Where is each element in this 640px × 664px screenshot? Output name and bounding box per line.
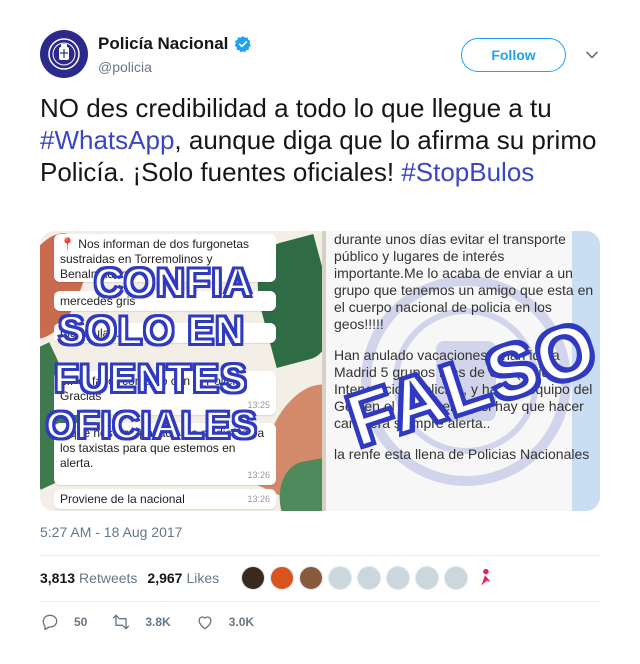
tweet-header: Policía Nacional @policia Follow: [40, 30, 600, 82]
tweet-text: NO des credibilidad a todo lo que llegue…: [40, 92, 610, 188]
avatar[interactable]: [386, 566, 410, 590]
avatar[interactable]: [328, 566, 352, 590]
avatar[interactable]: [241, 566, 265, 590]
likes-count[interactable]: 2,967: [147, 570, 182, 586]
reply-count: 50: [74, 615, 88, 629]
retweet-button[interactable]: 3.8K: [111, 612, 171, 632]
media-panel-message: durante unos días evitar el transporte p…: [322, 231, 600, 511]
liker-avatars: [241, 566, 497, 590]
display-name-text[interactable]: Policía Nacional: [98, 34, 228, 54]
hashtag-link[interactable]: #WhatsApp: [40, 125, 174, 155]
avatar[interactable]: [357, 566, 381, 590]
chat-message-time: 13:26: [247, 470, 270, 480]
account-handle[interactable]: @policia: [98, 59, 252, 75]
account-info: Policía Nacional @policia: [98, 34, 252, 75]
overlay-text: FUENTES: [53, 356, 248, 402]
overlay-text: SOLO EN: [57, 308, 246, 354]
chat-message-time: 13:26: [247, 494, 270, 504]
retweets-label[interactable]: Retweets: [79, 570, 137, 586]
overlay-text: OFICIALES: [45, 404, 258, 448]
avatar[interactable]: [40, 30, 88, 78]
tweet-timestamp[interactable]: 5:27 AM - 18 Aug 2017: [40, 524, 182, 540]
reply-icon: [42, 614, 58, 631]
avatar[interactable]: [299, 566, 323, 590]
tweet-actions: 50 3.8K 3.0K: [40, 612, 278, 632]
retweet-icon: [113, 614, 130, 630]
likes-stat[interactable]: 2,967 Likes: [147, 570, 219, 586]
verified-badge-icon: [235, 36, 252, 53]
tweet-media-image[interactable]: 📍 Nos informan de dos furgonetas sustrai…: [40, 231, 600, 511]
overlay-text: CONFIA: [93, 260, 254, 306]
like-count: 3.0K: [228, 615, 255, 629]
divider: [40, 601, 600, 602]
retweets-count[interactable]: 3,813: [40, 570, 75, 586]
divider: [40, 555, 600, 556]
retweets-stat[interactable]: 3,813 Retweets: [40, 570, 137, 586]
chat-message-text: Proviene de la nacional: [60, 492, 185, 506]
chat-message: Proviene de la nacional 13:26: [54, 489, 276, 509]
police-crest-icon: [48, 38, 80, 70]
avatar[interactable]: [473, 566, 497, 590]
reply-button[interactable]: 50: [40, 612, 87, 632]
tweet-stats: 3,813 Retweets 2,967 Likes: [40, 563, 229, 593]
dancer-emoji-icon: [481, 568, 491, 586]
likes-label[interactable]: Likes: [186, 570, 219, 586]
heart-icon: [198, 616, 212, 630]
follow-button[interactable]: Follow: [461, 38, 566, 72]
avatar[interactable]: [270, 566, 294, 590]
display-name[interactable]: Policía Nacional: [98, 34, 252, 54]
retweet-count: 3.8K: [145, 615, 171, 629]
like-button[interactable]: 3.0K: [195, 612, 254, 632]
hashtag-link[interactable]: #StopBulos: [401, 157, 534, 187]
tweet-text-part: NO des credibilidad a todo lo que llegue…: [40, 93, 552, 123]
chevron-down-icon[interactable]: [584, 47, 600, 63]
media-panel-whatsapp: 📍 Nos informan de dos furgonetas sustrai…: [40, 231, 322, 511]
avatar[interactable]: [415, 566, 439, 590]
avatar[interactable]: [444, 566, 468, 590]
